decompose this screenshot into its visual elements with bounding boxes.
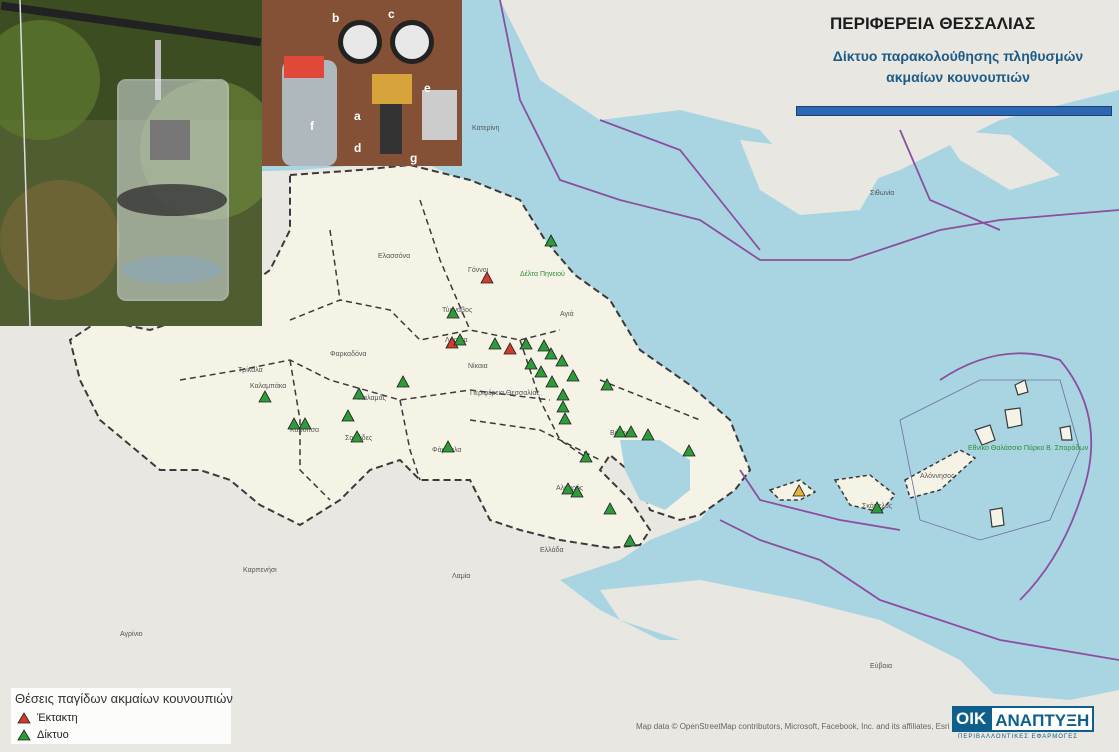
co2-regulator-photo: b c a d e f g <box>262 0 462 166</box>
label-lamia: Λαμία <box>452 572 470 580</box>
label-nikaia: Νίκαια <box>468 362 488 370</box>
label-thessaly-region: Περιφέρεια Θεσσαλίας <box>470 389 540 397</box>
legend: Θέσεις παγίδων ακμαίων κουνουπιών Έκτακτ… <box>11 688 233 744</box>
red-triangle-icon <box>17 712 31 724</box>
label-karpenisi: Καρπενήσι <box>243 567 277 574</box>
legend-title: Θέσεις παγίδων ακμαίων κουνουπιών <box>15 691 233 706</box>
logo-text-right: ΑΝΑΠΤΥΞΗ <box>990 706 1095 732</box>
logo-text-left: ΟΙΚ <box>952 706 991 732</box>
label-trikala: Τρίκαλα <box>238 366 263 374</box>
label-gonnoi: Γόννοι <box>468 266 489 274</box>
label-elassona: Ελασσόνα <box>378 252 410 260</box>
map-subtitle-line1: Δίκτυο παρακολούθησης πληθυσμών <box>832 48 1084 64</box>
photo-label: b <box>332 11 339 25</box>
photo-label: c <box>388 7 395 21</box>
photo-label: d <box>354 141 361 155</box>
label-katerini: Κατερίνη <box>472 124 500 132</box>
label-agrinio: Αγρίνιο <box>120 630 143 638</box>
green-triangle-icon <box>17 729 31 741</box>
label-marine-park: Εθνικό Θαλάσσιο Πάρκο Β. Σποράδων <box>968 444 1089 452</box>
label-agia: Αγιά <box>560 310 574 318</box>
legend-label-emergency: Έκτακτη <box>37 712 78 724</box>
label-farkadona: Φαρκαδόνα <box>330 350 366 358</box>
map-subtitle: Δίκτυο παρακολούθησης πληθυσμών ακμαίων … <box>808 46 1108 88</box>
oikoanaptyxi-logo: ΟΙΚ ΑΝΑΠΤΥΞΗ ΠΕΡΙΒΑΛΛΟΝΤΙΚΕΣ ΕΦΑΡΜΟΓΕΣ <box>952 706 1112 748</box>
map-subtitle-line2: ακμαίων κουνουπιών <box>886 69 1030 85</box>
label-kalambaka: Καλαμπάκα <box>250 382 286 390</box>
label-alonissos: Αλόννησος <box>920 472 955 480</box>
map-title: ΠΕΡΙΦΕΡΕΙΑ ΘΕΣΣΑΛΙΑΣ <box>830 14 1036 33</box>
label-sithonia: Σιθωνία <box>870 189 894 197</box>
label-tyrnavos: Τύρναβος <box>442 306 473 314</box>
label-greece: Ελλάδα <box>540 546 564 554</box>
photo-label: e <box>424 81 431 95</box>
photo-label: g <box>410 151 417 165</box>
logo-tagline: ΠΕΡΙΒΑΛΛΟΝΤΙΚΕΣ ΕΦΑΡΜΟΓΕΣ <box>958 734 1078 740</box>
legend-label-network: Δίκτυο <box>37 729 69 741</box>
label-delta: Δέλτα Πηνειού <box>520 270 565 278</box>
legend-item-emergency: Έκτακτη <box>17 710 78 726</box>
title-underline-bar <box>796 106 1112 116</box>
legend-item-network: Δίκτυο <box>17 727 69 743</box>
mosquito-trap-photo <box>0 0 262 326</box>
photo-label: a <box>354 109 361 123</box>
label-euboea: Εύβοια <box>870 662 892 670</box>
